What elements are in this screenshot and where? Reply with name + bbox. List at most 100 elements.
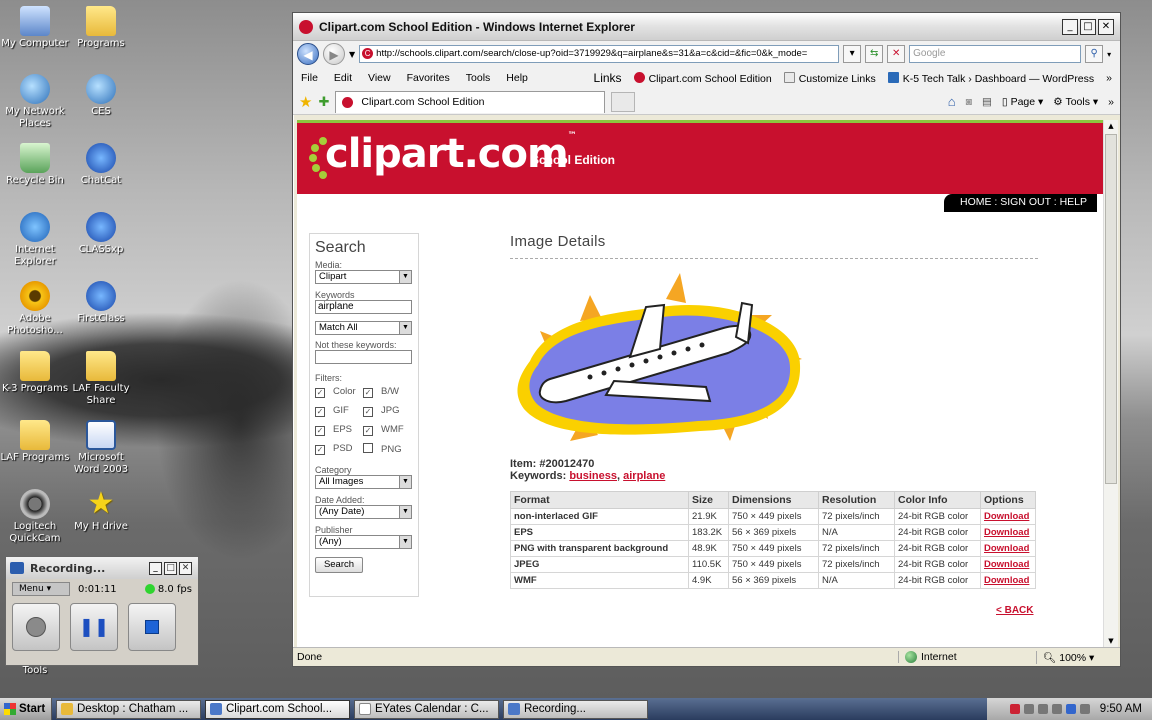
volume-icon[interactable] bbox=[1079, 704, 1090, 714]
category-select[interactable]: All Images ▼ bbox=[315, 475, 412, 489]
forward-icon[interactable]: ▶ bbox=[323, 43, 345, 65]
record-button[interactable] bbox=[12, 603, 60, 651]
desktop-icon-programs[interactable]: Programs bbox=[66, 6, 136, 50]
filter-bw[interactable]: ✓ B/W bbox=[363, 386, 411, 398]
checkbox[interactable]: ✓ bbox=[363, 426, 373, 436]
feeds-icon[interactable]: ◙ bbox=[966, 96, 972, 108]
links-overflow-icon[interactable]: » bbox=[1106, 72, 1112, 84]
search-input[interactable]: Google bbox=[909, 45, 1082, 63]
address-bar[interactable]: C http://schools.clipart.com/search/clos… bbox=[359, 45, 840, 63]
taskbar-item-calendar[interactable]: EYates Calendar : C... bbox=[354, 699, 499, 719]
desktop-icon-firstclass[interactable]: FirstClass bbox=[66, 281, 136, 325]
minimize-button[interactable]: _ bbox=[1062, 18, 1078, 35]
back-link[interactable]: < BACK bbox=[996, 605, 1034, 616]
checkbox[interactable]: ✓ bbox=[363, 388, 373, 398]
print-icon[interactable]: ▤ bbox=[982, 96, 992, 108]
filter-color[interactable]: ✓ Color bbox=[315, 386, 363, 398]
tray-icon[interactable] bbox=[1009, 704, 1020, 714]
checkbox[interactable]: ✓ bbox=[315, 407, 325, 417]
clock[interactable]: 9:50 AM bbox=[1100, 703, 1142, 715]
page-menu[interactable]: ▯ Page ▾ bbox=[1002, 96, 1043, 108]
match-select[interactable]: Match All ▼ bbox=[315, 321, 412, 335]
favorites-star-icon[interactable]: ★ bbox=[299, 93, 312, 111]
desktop-icon-classxp[interactable]: CLASSxp bbox=[66, 212, 136, 256]
scrollbar-thumb[interactable] bbox=[1105, 134, 1117, 484]
search-button[interactable]: Search bbox=[315, 557, 363, 573]
desktop-icon-internet-explorer[interactable]: Internet Explorer bbox=[0, 212, 70, 268]
desktop-icon-microsoft-word[interactable]: Microsoft Word 2003 bbox=[66, 420, 136, 476]
close-button[interactable]: ✕ bbox=[1098, 18, 1114, 35]
download-link[interactable]: Download bbox=[984, 511, 1029, 522]
tray-icon[interactable] bbox=[1037, 704, 1048, 714]
refresh-icon[interactable]: ⇆ bbox=[865, 45, 884, 63]
desktop-icon-tools[interactable]: Tools bbox=[0, 665, 70, 677]
link-clipart[interactable]: Clipart.com School Edition bbox=[633, 71, 772, 85]
vertical-scrollbar[interactable]: ▲ ▼ bbox=[1103, 120, 1118, 647]
taskbar-item-clipart[interactable]: Clipart.com School... bbox=[205, 699, 350, 719]
zoom-control[interactable]: 🔍︎ 100% ▾ bbox=[1036, 650, 1120, 664]
tray-icon[interactable] bbox=[1065, 704, 1076, 714]
checkbox[interactable]: ✓ bbox=[315, 445, 325, 455]
add-favorite-icon[interactable]: ✚ bbox=[318, 94, 329, 110]
filter-wmf[interactable]: ✓ WMF bbox=[363, 424, 411, 436]
stop-icon[interactable]: ✕ bbox=[887, 45, 906, 63]
search-options-icon[interactable]: ▾ bbox=[1107, 50, 1111, 59]
desktop-icon-my-computer[interactable]: My Computer bbox=[0, 6, 70, 50]
home-icon[interactable]: ⌂ bbox=[948, 94, 956, 109]
menu-help[interactable]: Help bbox=[506, 72, 528, 84]
download-link[interactable]: Download bbox=[984, 527, 1029, 538]
taskbar-item-desktop[interactable]: Desktop : Chatham ... bbox=[56, 699, 201, 719]
download-link[interactable]: Download bbox=[984, 543, 1029, 554]
history-dropdown-icon[interactable]: ▼ bbox=[349, 50, 355, 59]
desktop-icon-adobe-photoshop[interactable]: Adobe Photosho... bbox=[0, 281, 70, 337]
desktop-icon-my-h-drive[interactable]: ★ My H drive bbox=[66, 489, 136, 533]
desktop-icon-recycle-bin[interactable]: Recycle Bin bbox=[0, 143, 70, 187]
close-button[interactable]: ✕ bbox=[179, 561, 192, 575]
desktop-icon-chatcat[interactable]: ChatCat bbox=[66, 143, 136, 187]
filter-psd[interactable]: ✓ PSD bbox=[315, 443, 363, 455]
menu-favorites[interactable]: Favorites bbox=[407, 72, 450, 84]
filter-gif[interactable]: ✓ GIF bbox=[315, 405, 363, 417]
search-icon[interactable]: ⚲ bbox=[1085, 45, 1104, 63]
link-k5-tech-talk[interactable]: K-5 Tech Talk › Dashboard — WordPress bbox=[887, 71, 1094, 85]
pause-button[interactable]: ❚❚ bbox=[70, 603, 118, 651]
checkbox[interactable]: ✓ bbox=[315, 388, 325, 398]
tab-clipart[interactable]: Clipart.com School Edition bbox=[335, 90, 606, 113]
download-link[interactable]: Download bbox=[984, 559, 1029, 570]
toolbar-overflow-icon[interactable]: » bbox=[1108, 96, 1114, 108]
not-keywords-input[interactable] bbox=[315, 350, 412, 364]
desktop-icon-logitech-quickcam[interactable]: Logitech QuickCam bbox=[0, 489, 70, 545]
desktop-icon-my-network-places[interactable]: My Network Places bbox=[0, 74, 70, 130]
desktop-icon-k3-programs[interactable]: K-3 Programs bbox=[0, 351, 70, 395]
scroll-up-icon[interactable]: ▲ bbox=[1105, 120, 1117, 132]
scroll-down-icon[interactable]: ▼ bbox=[1105, 635, 1117, 647]
download-link[interactable]: Download bbox=[984, 575, 1029, 586]
menu-edit[interactable]: Edit bbox=[334, 72, 352, 84]
address-dropdown-icon[interactable]: ▾ bbox=[843, 45, 862, 63]
checkbox[interactable] bbox=[363, 443, 373, 453]
filter-jpg[interactable]: ✓ JPG bbox=[363, 405, 411, 417]
menu-view[interactable]: View bbox=[368, 72, 391, 84]
media-select[interactable]: Clipart ▼ bbox=[315, 270, 412, 284]
date-select[interactable]: (Any Date) ▼ bbox=[315, 505, 412, 519]
keywords-input[interactable]: airplane bbox=[315, 300, 412, 314]
tools-menu[interactable]: ⚙ Tools ▾ bbox=[1053, 96, 1098, 108]
airplane-clipart-image[interactable] bbox=[510, 269, 810, 459]
back-icon[interactable]: ◀ bbox=[297, 43, 319, 65]
menu-file[interactable]: File bbox=[301, 72, 318, 84]
taskbar-item-recording[interactable]: Recording... bbox=[503, 699, 648, 719]
desktop-icon-laf-faculty-share[interactable]: LAF Faculty Share bbox=[66, 351, 136, 407]
menu-tools[interactable]: Tools bbox=[466, 72, 491, 84]
stop-button[interactable] bbox=[128, 603, 176, 651]
keyword-link-business[interactable]: business bbox=[569, 470, 617, 482]
new-tab-button[interactable] bbox=[611, 91, 636, 112]
maximize-button[interactable]: □ bbox=[164, 561, 177, 575]
maximize-button[interactable]: □ bbox=[1080, 18, 1096, 35]
tray-icon[interactable] bbox=[1023, 704, 1034, 714]
title-bar[interactable]: Clipart.com School Edition - Windows Int… bbox=[293, 13, 1120, 41]
start-button[interactable]: Start bbox=[0, 698, 52, 720]
tray-icon[interactable] bbox=[1051, 704, 1062, 714]
utility-nav[interactable]: HOME : SIGN OUT : HELP bbox=[944, 194, 1097, 212]
desktop-icon-ces[interactable]: CES bbox=[66, 74, 136, 118]
minimize-button[interactable]: _ bbox=[149, 561, 162, 575]
